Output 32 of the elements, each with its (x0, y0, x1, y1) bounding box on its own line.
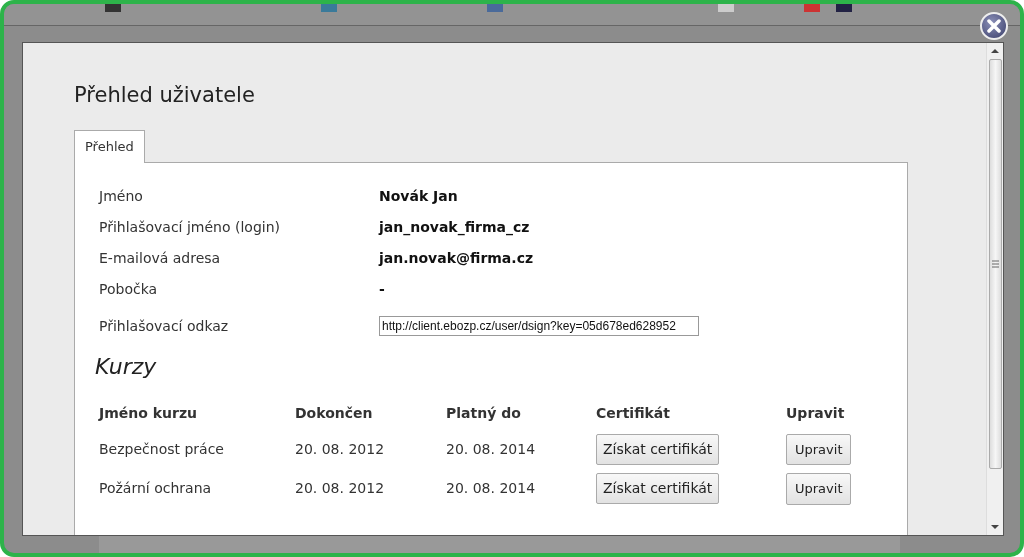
field-label: Přihlašovací odkaz (99, 316, 230, 336)
link-field[interactable]: http://client.ebozp.cz/user/dsign?key=05d678ed628952 (379, 316, 699, 337)
scrollbar[interactable] (986, 43, 1003, 535)
field-value: - (379, 279, 385, 299)
grip-icon (991, 260, 999, 268)
edit-button[interactable]: Upravit (786, 473, 852, 505)
table-cell: 20. 08. 2014 (446, 440, 536, 457)
table-cell: 20. 08. 2014 (446, 480, 536, 497)
column-header: Certifikát (596, 403, 671, 423)
certificate-button[interactable]: Získat certifikát (596, 433, 720, 465)
table-cell: Požární ochrana (99, 480, 212, 497)
field-label: E-mailová adresa (99, 248, 222, 268)
close-icon (987, 19, 1001, 33)
close-button[interactable] (980, 12, 1008, 40)
field-label: Jméno (99, 186, 144, 206)
column-header: Jméno kurzu (99, 403, 199, 423)
column-header: Upravit (786, 403, 846, 423)
field-value: jan.novak@firma.cz (379, 248, 534, 268)
field-label: Přihlašovací jméno (login) (99, 217, 281, 237)
section-heading: Kurzy (95, 352, 158, 381)
column-header: Dokončen (295, 403, 374, 423)
table-cell: 20. 08. 2012 (295, 440, 385, 457)
field-value: jan_novak_firma_cz (379, 217, 530, 238)
field-value: Novák Jan (379, 186, 458, 206)
field-label: Pobočka (99, 279, 159, 299)
certificate-button[interactable]: Získat certifikát (596, 473, 720, 505)
table-cell: Bezpečnost práce (99, 440, 224, 457)
edit-button[interactable]: Upravit (786, 433, 852, 466)
column-header: Platný do (446, 396, 596, 430)
page-title: Přehled uživatele (74, 83, 256, 109)
table-cell: 20. 08. 2012 (295, 480, 385, 497)
tab[interactable]: Přehled (74, 130, 145, 163)
